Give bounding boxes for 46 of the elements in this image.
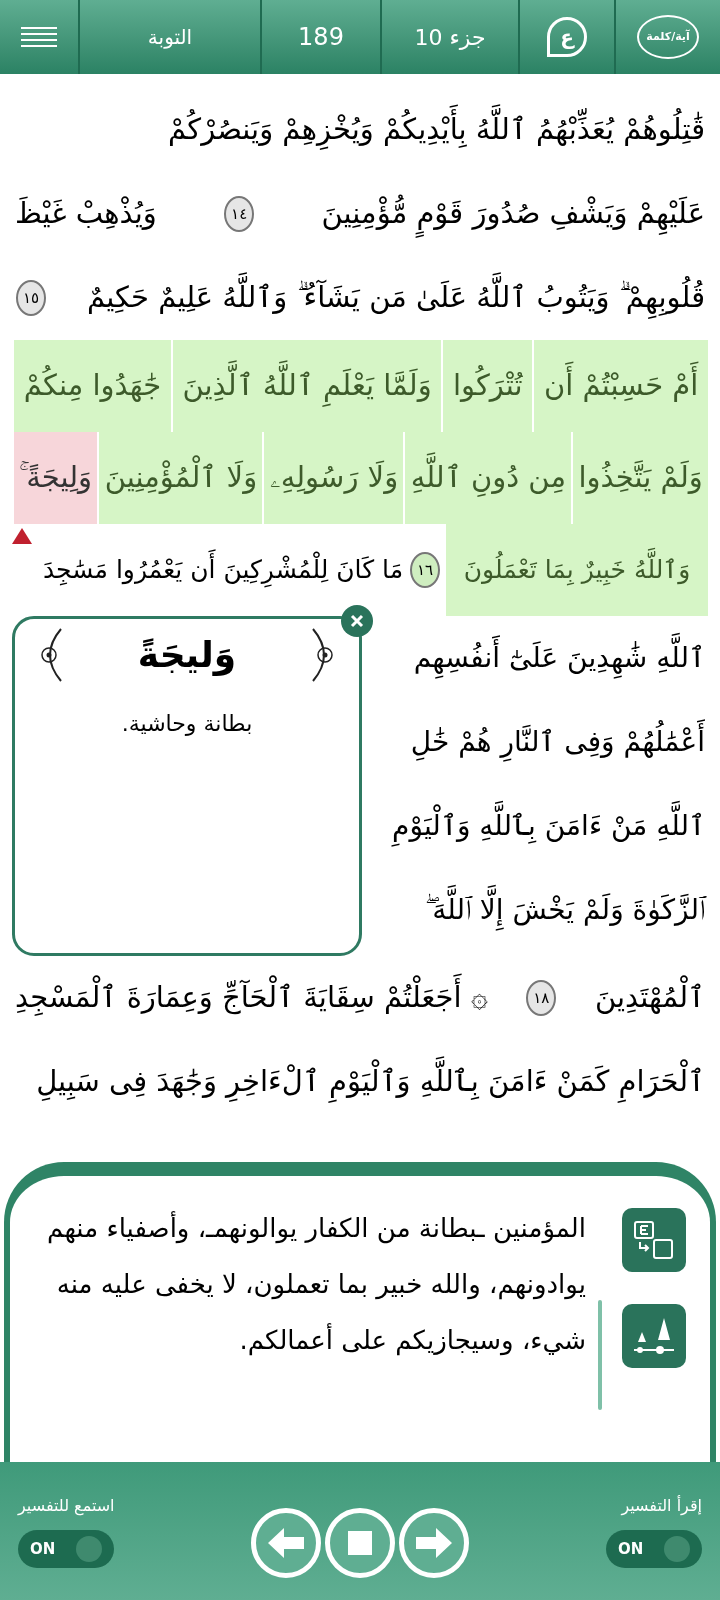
page-number[interactable]: 189 [262, 0, 382, 74]
surah-name[interactable]: التوبة [80, 0, 262, 74]
quran-word-group[interactable]: مِن دُونِ ٱللَّهِ [403, 432, 572, 524]
close-icon [349, 613, 365, 629]
quran-word-group[interactable]: وَلَا ٱلْمُؤْمِنِينَ [97, 432, 263, 524]
font-size-icon[interactable] [622, 1304, 686, 1368]
quran-word-group[interactable]: عَلَيْهِمْ وَيَشْفِ صُدُورَ قَوْمٍ مُّؤْمِنِينَ [318, 172, 708, 256]
close-button[interactable] [341, 605, 373, 637]
translate-icon[interactable] [622, 1208, 686, 1272]
quran-word-group[interactable]: ٱلْمُهْتَدِينَ [591, 956, 708, 1040]
verse-word-mode-button[interactable]: آية/كلمة [637, 15, 699, 59]
quran-word-group[interactable]: قُلُوبِهِمْ ۗ وَيَتُوبُ ٱللَّهُ عَلَىٰ مَن يَشَآءُ ۗ وَٱللَّهُ عَلِيمٌ حَكِيمٌ [83, 256, 708, 340]
quran-word-group[interactable]: أَعْمَٰلُهُمْ وَفِى ٱلنَّارِ هُمْ خَٰلِ [407, 700, 708, 784]
quran-word-group[interactable]: وَلِيجَةً ۚ [12, 432, 98, 524]
quran-word-group[interactable]: ٱلزَّكَوٰةَ وَلَمْ يَخْشَ إِلَّا ٱللَّهَ ۖ [422, 868, 708, 952]
quran-word-group[interactable]: وَيُذْهِبْ غَيْظَ [12, 172, 160, 256]
quran-word-group[interactable]: تُتْرَكُوا [441, 340, 533, 432]
left-arrow-icon [268, 1528, 305, 1558]
verse-number-marker: ١٨ [526, 980, 557, 1016]
verse-number-marker: ١٦ [410, 552, 441, 588]
quran-word-group[interactable]: وَلَا رَسُولِهِۦ [262, 432, 404, 524]
toggle-switch[interactable]: ON [18, 1530, 114, 1568]
quran-word-group[interactable]: جَٰهَدُوا مِنكُمْ [12, 340, 171, 432]
letter-bubble-button[interactable]: ع [547, 17, 587, 57]
quran-word-group[interactable]: وَلَمْ يَتَّخِذُوا [571, 432, 708, 524]
quran-word-group[interactable]: قَٰتِلُوهُمْ يُعَذِّبْهُمُ ٱللَّهُ بِأَيْدِيكُمْ وَيُخْزِهِمْ وَيَنصُرْكُمْ [165, 88, 708, 172]
quran-word-group[interactable]: أَمْ حَسِبْتُمْ أَن [532, 340, 708, 432]
toggle-switch[interactable]: ON [606, 1530, 702, 1568]
quran-word-group[interactable]: ٱلْحَرَامِ كَمَنْ ءَامَنَ بِٱللَّهِ وَٱلْيَوْمِ ٱلْءَاخِرِ وَجَٰهَدَ فِى سَبِيلِ [33, 1040, 708, 1124]
quran-word-group[interactable]: وَٱللَّهُ خَبِيرٌ بِمَا تَعْمَلُونَ [444, 524, 708, 616]
quran-word-group[interactable]: ٱللَّهِ مَنْ ءَامَنَ بِٱللَّهِ وَٱلْيَوْمِ [389, 784, 708, 868]
popup-word-title: وَليجَةً [137, 633, 237, 678]
juz-number[interactable]: جزء 10 [382, 0, 520, 74]
verse-number-marker: ١٤ [224, 196, 255, 232]
read-tafsir-label: إقرأ التفسير [621, 1494, 702, 1518]
pointer-triangle-icon [12, 528, 32, 544]
quran-word-group[interactable]: ۞ أَجَعَلْتُمْ سِقَايَةَ ٱلْحَآجِّ وَعِمَارَةَ ٱلْمَسْجِدِ [12, 956, 491, 1040]
right-arrow-icon [416, 1528, 453, 1558]
quran-word-group[interactable]: ٱللَّهِ شَٰهِدِينَ عَلَىٰٓ أَنفُسِهِم [410, 616, 708, 700]
word-meaning-text: بطانة وحاشية. [121, 710, 253, 738]
stop-icon [348, 1531, 373, 1555]
listen-tafsir-label: استمع للتفسير [18, 1495, 115, 1518]
tafsir-text: المؤمنين ـبطانة من الكفار يوالونهمـ، وأصفياء منهم يوادونهم، والله خبير بما تعملون، لا يخفى عليه منه شيء، وسيجازيكم على أعمالكم. [46, 1210, 586, 1358]
quran-word-group[interactable]: مَا كَانَ لِلْمُشْرِكِينَ أَن يَعْمُرُوا مَسَٰجِدَ [40, 524, 407, 616]
quran-word-group[interactable]: وَلَمَّا يَعْلَمِ ٱللَّهُ ٱلَّذِينَ [170, 340, 442, 432]
verse-number-marker: ١٥ [16, 280, 46, 316]
